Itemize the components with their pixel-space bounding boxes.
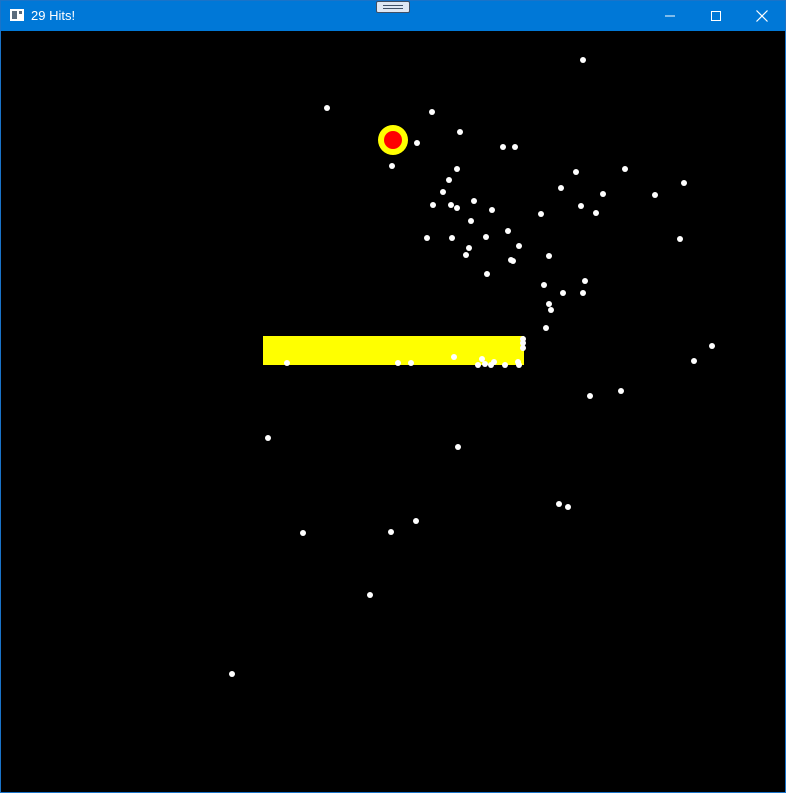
particle bbox=[484, 271, 490, 277]
particle bbox=[388, 529, 394, 535]
title-bar[interactable]: 29 Hits! bbox=[1, 1, 785, 31]
particle bbox=[587, 393, 593, 399]
particle bbox=[580, 57, 586, 63]
paddle bbox=[263, 336, 524, 365]
particle bbox=[229, 671, 235, 677]
app-window-icon[interactable] bbox=[10, 9, 24, 21]
particle bbox=[538, 211, 544, 217]
particle bbox=[546, 301, 552, 307]
drag-grip-icon[interactable] bbox=[376, 1, 410, 13]
particle bbox=[558, 185, 564, 191]
particle bbox=[446, 177, 452, 183]
particle bbox=[560, 290, 566, 296]
particle bbox=[454, 166, 460, 172]
particle bbox=[546, 253, 552, 259]
particle bbox=[413, 518, 419, 524]
particle bbox=[500, 144, 506, 150]
particle bbox=[455, 444, 461, 450]
particle bbox=[512, 144, 518, 150]
particle bbox=[580, 290, 586, 296]
particle bbox=[541, 282, 547, 288]
particle bbox=[600, 191, 606, 197]
particle bbox=[429, 109, 435, 115]
particle bbox=[502, 362, 508, 368]
particle bbox=[449, 235, 455, 241]
particle bbox=[324, 105, 330, 111]
particle bbox=[593, 210, 599, 216]
maximize-button[interactable] bbox=[693, 1, 739, 31]
minimize-icon bbox=[665, 15, 675, 17]
particle bbox=[618, 388, 624, 394]
particle bbox=[482, 361, 488, 367]
particle bbox=[430, 202, 436, 208]
window-title: 29 Hits! bbox=[31, 8, 76, 23]
game-window: 29 Hits! bbox=[0, 0, 786, 793]
particle-field bbox=[229, 57, 715, 677]
particle bbox=[424, 235, 430, 241]
particle bbox=[652, 192, 658, 198]
particle bbox=[520, 345, 526, 351]
particle bbox=[491, 359, 497, 365]
particle bbox=[414, 140, 420, 146]
particle bbox=[510, 258, 516, 264]
particle bbox=[408, 360, 414, 366]
particle bbox=[556, 501, 562, 507]
close-icon bbox=[756, 10, 768, 22]
particle bbox=[389, 163, 395, 169]
particle bbox=[516, 362, 522, 368]
particle bbox=[457, 129, 463, 135]
particle bbox=[265, 435, 271, 441]
particle bbox=[565, 504, 571, 510]
particle bbox=[681, 180, 687, 186]
game-canvas[interactable] bbox=[2, 31, 785, 792]
particle bbox=[483, 234, 489, 240]
game-field bbox=[229, 57, 715, 677]
particle bbox=[543, 325, 549, 331]
particle bbox=[622, 166, 628, 172]
particle bbox=[548, 307, 554, 313]
particle bbox=[300, 530, 306, 536]
close-button[interactable] bbox=[739, 1, 785, 31]
particle bbox=[471, 198, 477, 204]
particle bbox=[582, 278, 588, 284]
particle bbox=[691, 358, 697, 364]
particle bbox=[479, 356, 485, 362]
particle bbox=[573, 169, 579, 175]
particle bbox=[451, 354, 457, 360]
particle bbox=[463, 252, 469, 258]
maximize-icon bbox=[711, 11, 721, 21]
particle bbox=[466, 245, 472, 251]
particle bbox=[475, 362, 481, 368]
particle bbox=[468, 218, 474, 224]
particle bbox=[709, 343, 715, 349]
particle bbox=[578, 203, 584, 209]
ball bbox=[378, 125, 408, 155]
particle bbox=[448, 202, 454, 208]
particle bbox=[395, 360, 401, 366]
particle bbox=[367, 592, 373, 598]
particle bbox=[440, 189, 446, 195]
particle bbox=[454, 205, 460, 211]
particle bbox=[284, 360, 290, 366]
particle bbox=[505, 228, 511, 234]
particle bbox=[489, 207, 495, 213]
minimize-button[interactable] bbox=[647, 1, 693, 31]
particle bbox=[516, 243, 522, 249]
particle bbox=[677, 236, 683, 242]
